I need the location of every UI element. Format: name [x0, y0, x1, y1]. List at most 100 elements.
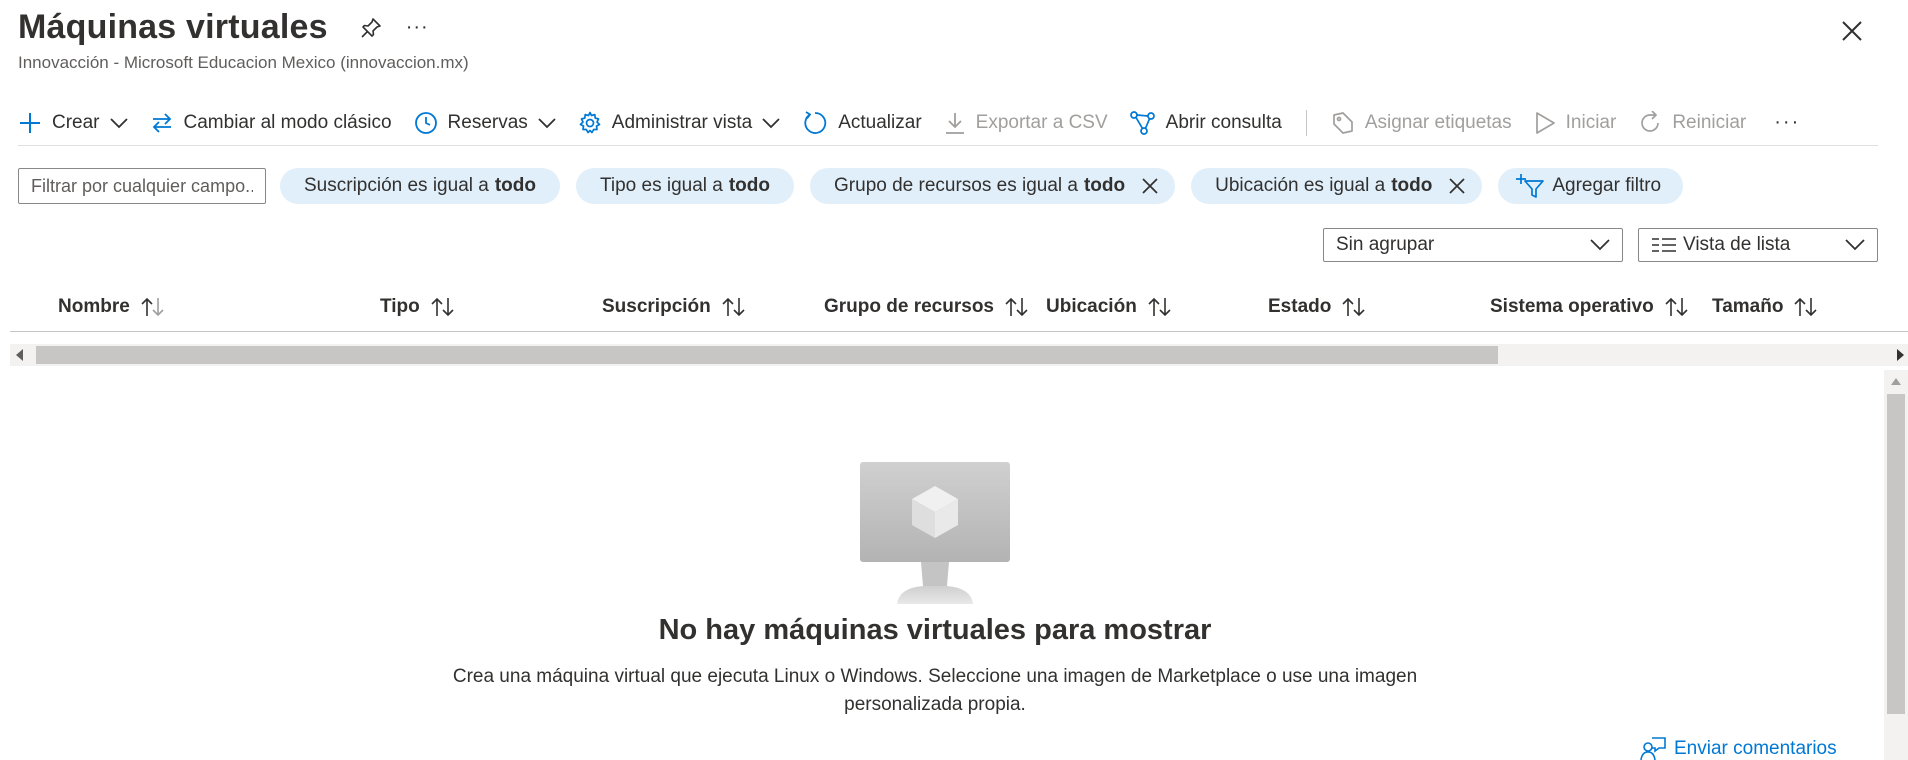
open-query-label: Abrir consulta [1165, 111, 1282, 133]
view-mode-dropdown[interactable]: Vista de lista [1638, 228, 1878, 262]
filter-pill-value: todo [1391, 175, 1433, 196]
start-button[interactable]: Iniciar [1534, 111, 1616, 135]
send-feedback-label: Enviar comentarios [1674, 738, 1837, 759]
column-header-label: Tamaño [1712, 296, 1784, 317]
add-filter-button[interactable]: Agregar filtro [1498, 168, 1684, 204]
export-csv-button[interactable]: Exportar a CSV [944, 111, 1108, 135]
close-icon[interactable] [1838, 17, 1866, 45]
clock-icon [414, 111, 437, 134]
empty-state-description-line: Crea una máquina virtual que ejecuta Lin… [452, 666, 1418, 687]
switch-classic-label: Cambiar al modo clásico [183, 111, 392, 133]
page-subtitle: Innovacción - Microsoft Educacion Mexico… [18, 53, 469, 72]
assign-tags-button[interactable]: Asignar etiquetas [1331, 111, 1512, 135]
sort-icon [1342, 297, 1365, 317]
command-bar: Crear Cambiar al modo clásico Reservas A… [18, 100, 1878, 146]
refresh-button[interactable]: Actualizar [802, 110, 922, 136]
pin-icon[interactable] [358, 15, 384, 41]
column-header-status[interactable]: Estado [1268, 282, 1367, 332]
filter-pill-location[interactable]: Ubicación es igual a todo [1191, 168, 1483, 204]
column-header-subscription[interactable]: Suscripción [602, 282, 747, 332]
group-by-value: Sin agrupar [1336, 234, 1435, 255]
scroll-up-arrow[interactable] [1891, 378, 1901, 385]
sort-icon [722, 297, 745, 317]
virtual-machine-monitor-icon [860, 462, 1010, 604]
column-header-label: Suscripción [602, 296, 711, 317]
filter-pill-label: Suscripción es igual a [304, 175, 489, 196]
sort-icon [1005, 297, 1028, 317]
create-button[interactable]: Crear [18, 111, 128, 135]
chevron-down-icon [538, 117, 556, 128]
view-mode-value: Vista de lista [1683, 234, 1791, 255]
filter-pill-value: todo [1083, 175, 1126, 196]
refresh-icon [804, 110, 827, 134]
sort-icon [1665, 297, 1688, 317]
reservations-label: Reservas [447, 111, 528, 133]
refresh-label: Actualizar [838, 111, 922, 133]
filter-pill-value: todo [728, 175, 771, 196]
more-options-icon[interactable]: ··· [406, 16, 429, 39]
column-header-label: Grupo de recursos [824, 296, 994, 317]
column-header-location[interactable]: Ubicación [1046, 282, 1173, 332]
close-icon[interactable] [1448, 177, 1466, 195]
page-header: Máquinas virtuales ··· Innovacción - Mic… [18, 8, 469, 73]
page-title: Máquinas virtuales [18, 8, 328, 46]
vertical-scroll-thumb[interactable] [1887, 394, 1905, 714]
restart-button[interactable]: Reiniciar [1638, 110, 1746, 135]
assign-tags-label: Asignar etiquetas [1364, 111, 1512, 133]
chevron-down-icon [1590, 239, 1610, 251]
filter-pill-resource-group[interactable]: Grupo de recursos es igual a todo [810, 168, 1176, 204]
scroll-right-arrow[interactable] [1897, 349, 1904, 361]
plus-icon [20, 112, 40, 133]
column-header-label: Nombre [58, 296, 130, 317]
reservations-button[interactable]: Reservas [414, 111, 556, 135]
empty-state-description-line: personalizada propia. [844, 694, 1026, 715]
open-query-button[interactable]: Abrir consulta [1129, 110, 1282, 135]
filter-bar: Suscripción es igual atodo Tipo es igual… [18, 168, 1699, 204]
column-header-resource-group[interactable]: Grupo de recursos [824, 282, 1030, 332]
filter-input[interactable] [18, 168, 266, 204]
toolbar-more-icon[interactable]: ··· [1774, 111, 1800, 134]
horizontal-scrollbar[interactable] [10, 344, 1908, 366]
column-header-size[interactable]: Tamaño [1712, 282, 1819, 332]
close-icon[interactable] [1141, 177, 1159, 195]
empty-state-description: Crea una máquina virtual que ejecuta Lin… [400, 663, 1470, 719]
horizontal-scroll-thumb[interactable] [36, 346, 1498, 364]
download-icon [945, 112, 964, 134]
chevron-down-icon [109, 117, 128, 128]
filter-pill-label: Ubicación es igual a [1215, 175, 1386, 196]
filter-pill-label: Grupo de recursos es igual a [834, 175, 1078, 196]
column-header-name[interactable]: Nombre [58, 282, 166, 332]
filter-pill-label: Tipo es igual a [599, 175, 723, 196]
sort-icon [1794, 297, 1818, 317]
column-header-label: Estado [1268, 296, 1332, 317]
column-header-os[interactable]: Sistema operativo [1490, 282, 1690, 332]
sort-icon [141, 297, 164, 317]
toolbar-divider [1305, 109, 1307, 136]
sort-icon [431, 297, 454, 317]
scroll-left-arrow[interactable] [16, 349, 23, 361]
manage-view-label: Administrar vista [611, 111, 753, 133]
add-filter-icon [1516, 174, 1545, 198]
feedback-icon [1640, 737, 1666, 760]
table-header: Nombre Tipo Suscripción Grupo de recurso… [10, 282, 1908, 332]
gear-icon [579, 111, 601, 133]
column-header-label: Tipo [380, 296, 420, 317]
export-csv-label: Exportar a CSV [975, 111, 1108, 133]
column-header-label: Ubicación [1046, 296, 1137, 317]
chevron-down-icon [762, 117, 780, 128]
group-by-dropdown[interactable]: Sin agrupar [1323, 228, 1623, 262]
query-graph-icon [1129, 110, 1155, 135]
switch-classic-button[interactable]: Cambiar al modo clásico [150, 111, 392, 135]
create-label: Crear [52, 111, 100, 133]
filter-pill-type[interactable]: Tipo es igual a todo [575, 168, 795, 204]
restart-icon [1641, 110, 1660, 132]
filter-pill-subscription[interactable]: Suscripción es igual a todo [280, 168, 560, 204]
vertical-scrollbar[interactable] [1884, 370, 1908, 760]
column-header-type[interactable]: Tipo [380, 282, 456, 332]
send-feedback-link[interactable]: Enviar comentarios [1640, 736, 1837, 760]
manage-view-button[interactable]: Administrar vista [578, 111, 780, 135]
empty-state-title: No hay máquinas virtuales para mostrar [658, 614, 1212, 646]
empty-state: No hay máquinas virtuales para mostrar C… [400, 462, 1470, 719]
switch-arrows-icon [152, 112, 171, 133]
filter-pill-value: todo [494, 175, 536, 196]
